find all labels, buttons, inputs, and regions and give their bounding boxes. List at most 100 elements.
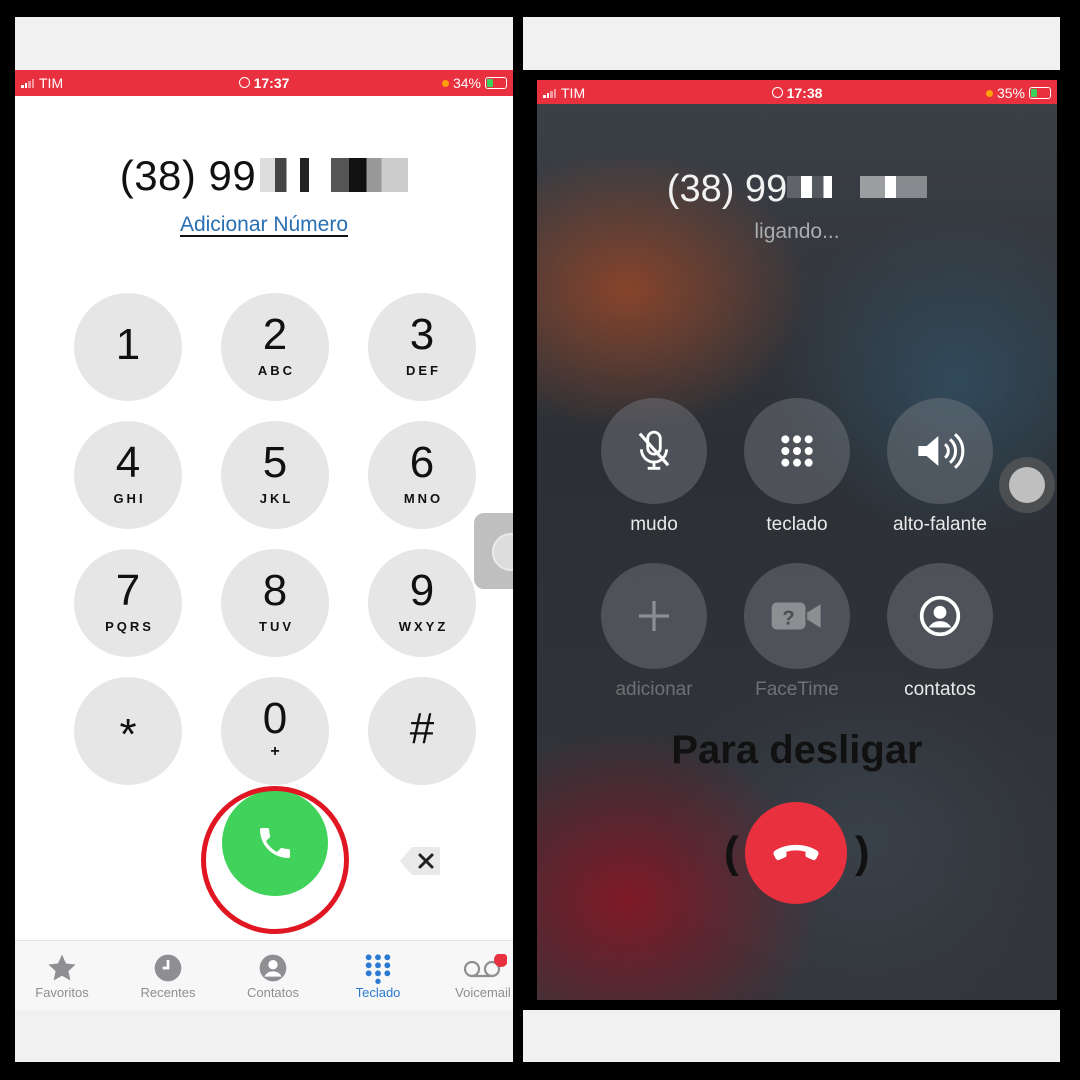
tab-label: Voicemail: [455, 985, 511, 1000]
dialed-number-text: (38) 99: [119, 152, 257, 199]
key-digit: 9: [409, 566, 435, 615]
bottom-margin: [15, 1010, 513, 1062]
hangup-icon: [773, 844, 819, 861]
key-digit: 4: [115, 438, 141, 487]
status-bar: TIM 17:37 34%: [15, 70, 513, 96]
battery-charging-icon: [1029, 87, 1051, 99]
assistive-touch-button[interactable]: [999, 457, 1055, 513]
tab-label: Favoritos: [35, 985, 89, 1000]
key-0[interactable]: 0 +: [221, 677, 329, 785]
tab-recentes[interactable]: Recentes: [128, 951, 208, 1000]
key-8[interactable]: 8 TUV: [221, 549, 329, 657]
dialed-number: (38) 99: [15, 152, 513, 200]
key-5[interactable]: 5 JKL: [221, 421, 329, 529]
key-digit: 6: [409, 438, 435, 487]
key-letters: JKL: [259, 491, 294, 506]
paren-close: ): [855, 828, 870, 877]
key-letters: WXYZ: [398, 619, 449, 634]
key-6[interactable]: 6 MNO: [368, 421, 476, 529]
dialer-panel: TIM 17:37 34% (38) 99 Adicionar Número 1…: [15, 17, 513, 1062]
tab-voicemail[interactable]: Voicemail: [443, 951, 513, 1000]
battery-percent: 34%: [452, 75, 481, 91]
voicemail-icon: [463, 954, 507, 978]
pixelated-digits: [787, 175, 928, 198]
add-call-label: adicionar: [615, 679, 693, 700]
tab-label: Contatos: [246, 985, 300, 1000]
assistive-touch-button[interactable]: [474, 513, 513, 589]
screen-record-icon: [771, 87, 783, 98]
add-number-link[interactable]: Adicionar Número: [15, 213, 513, 237]
key-digit: 0: [262, 694, 288, 743]
calling-screen: TIM 17:38 35% (38) 99 ligando... mudo te…: [537, 80, 1057, 1000]
hangup-caption: Para desligar: [671, 728, 923, 772]
battery-status: 35%: [985, 85, 1051, 101]
key-star[interactable]: *: [74, 677, 182, 785]
tab-contatos[interactable]: Contatos: [233, 951, 313, 1000]
key-digit: #: [409, 704, 435, 753]
key-letters: PQRS: [105, 619, 154, 634]
status-time: 17:37: [15, 75, 513, 91]
key-7[interactable]: 7 PQRS: [74, 549, 182, 657]
key-digit: 1: [115, 320, 141, 369]
time-label: 17:38: [786, 85, 823, 101]
bottom-margin: [523, 1010, 1060, 1062]
keypad-icon: [781, 435, 813, 467]
key-letters: MNO: [403, 491, 444, 506]
speaker-button[interactable]: [887, 398, 993, 504]
person-icon: [259, 954, 287, 982]
key-digit: 8: [262, 566, 288, 615]
key-digit: 2: [262, 310, 288, 359]
tab-favoritos[interactable]: Favoritos: [22, 951, 102, 1000]
key-letters: +: [270, 743, 283, 760]
time-label: 17:37: [253, 75, 290, 91]
screen-record-icon: [238, 77, 250, 88]
tab-bar: Favoritos Recentes Contatos Teclado Voic…: [15, 940, 513, 1010]
orange-dot-icon: [985, 89, 993, 97]
dialer-screen: TIM 17:37 34% (38) 99 Adicionar Número 1…: [15, 70, 513, 1010]
key-4[interactable]: 4 GHI: [74, 421, 182, 529]
keypad-icon: [365, 954, 391, 984]
battery-percent: 35%: [996, 85, 1025, 101]
backspace-button[interactable]: [398, 845, 442, 882]
facetime-icon: ?: [771, 602, 821, 630]
key-2[interactable]: 2 ABC: [221, 293, 329, 401]
plus-icon: [639, 601, 669, 631]
tab-label: Recentes: [140, 985, 196, 1000]
tab-teclado[interactable]: Teclado: [338, 951, 418, 1000]
facetime-button[interactable]: ?: [744, 563, 850, 669]
mic-slash-icon: [638, 430, 670, 470]
calling-panel: TIM 17:38 35% (38) 99 ligando... mudo te…: [523, 17, 1060, 1062]
key-9[interactable]: 9 WXYZ: [368, 549, 476, 657]
battery-status: 34%: [441, 75, 507, 91]
key-1[interactable]: 1: [74, 293, 182, 401]
contact-icon: [919, 595, 961, 637]
facetime-label: FaceTime: [755, 679, 839, 700]
key-digit: 5: [262, 438, 288, 487]
speaker-icon: [918, 433, 965, 469]
delete-icon: [400, 847, 440, 875]
key-letters: TUV: [259, 619, 294, 634]
highlight-circle: [201, 786, 349, 934]
calling-number: (38) 99: [537, 168, 1057, 211]
top-margin: [15, 17, 513, 70]
key-digit: 3: [409, 310, 435, 359]
key-3[interactable]: 3 DEF: [368, 293, 476, 401]
contacts-button[interactable]: [887, 563, 993, 669]
key-letters: GHI: [113, 491, 146, 506]
mute-button[interactable]: [601, 398, 707, 504]
battery-icon: [485, 77, 507, 89]
svg-text:?: ?: [782, 607, 794, 629]
pixelated-digits: [260, 157, 409, 192]
key-letters: DEF: [406, 363, 441, 378]
calling-number-text: (38) 99: [666, 168, 788, 210]
top-margin: [523, 17, 1060, 70]
status-time: 17:38: [537, 85, 1057, 101]
add-call-button[interactable]: [601, 563, 707, 669]
key-hash[interactable]: #: [368, 677, 476, 785]
contacts-label: contatos: [904, 679, 976, 700]
status-bar: TIM 17:38 35%: [537, 80, 1057, 104]
keypad-button[interactable]: [744, 398, 850, 504]
speaker-label: alto-falante: [892, 514, 987, 535]
key-digit: *: [119, 710, 137, 759]
end-call-button[interactable]: [745, 802, 847, 904]
